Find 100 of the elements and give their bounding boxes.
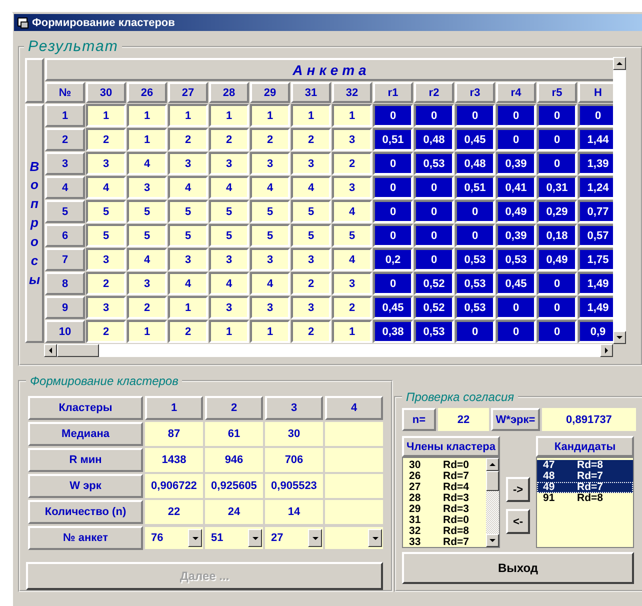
window-title: Формирование кластеров [32,16,175,28]
scroll-thumb[interactable] [57,344,99,357]
row-header: 5 [45,200,85,223]
list-item[interactable]: 32 Rd=8 [403,526,486,537]
column-header: r2 [414,82,454,103]
empty-cell [325,448,383,472]
table-cell: 1 [86,104,126,127]
table-cell: 0,52 [414,296,454,319]
table-cell: 0 [414,248,454,271]
table-cell: 706 [265,448,323,472]
value-field: 22 [438,408,489,431]
table-cell: 0 [496,104,536,127]
table-cell: 4 [209,272,249,295]
add-button[interactable]: -> [506,477,530,502]
table-cell: 0 [373,152,413,175]
exit-button[interactable]: Выход [402,552,634,584]
table-cell: 0,48 [455,152,495,175]
scroll-thumb[interactable] [486,471,499,491]
row-header: 3 [45,152,85,175]
vertical-scrollbar[interactable] [486,458,499,547]
empty-cell [325,500,383,524]
table-cell: 3 [127,272,167,295]
table-cell: 0 [373,224,413,247]
table-cell: 5 [168,200,208,223]
table-cell: 4 [168,272,208,295]
table-cell: 3 [332,176,372,199]
list-item[interactable]: 33 Rd=7 [403,537,486,547]
value-field: 0,891737 [542,408,636,431]
table-cell: 2 [209,128,249,151]
table-cell: 0 [537,296,577,319]
list-item[interactable]: 91 Rd=8 [537,493,633,504]
table-cell: 0 [373,104,413,127]
table-cell: 5 [86,224,126,247]
scroll-arrow-button[interactable] [486,534,499,547]
table-cell: 0,905523 [265,474,323,498]
table-cell: 2 [250,128,290,151]
caret-icon [252,534,258,542]
table-cell: 1 [332,320,372,343]
list-item[interactable]: 31 Rd=0 [403,515,486,526]
arrow-icon [489,537,496,544]
column-header: r4 [496,82,536,103]
list-item[interactable]: 47 Rd=8 [537,460,633,471]
vertical-scrollbar[interactable] [613,57,626,344]
row-header: 8 [45,272,85,295]
column-header: 27 [168,82,208,103]
list-item[interactable]: 48 Rd=7 [537,471,633,482]
table-cell: 1 [168,296,208,319]
table-cell: 5 [127,200,167,223]
table-cell: 3 [209,296,249,319]
column-header: 26 [127,82,167,103]
table-cell: 4 [332,200,372,223]
list-item[interactable]: 26 Rd=7 [403,471,486,482]
table-cell: 0,53 [455,248,495,271]
table-cell: 1 [209,104,249,127]
list-item[interactable]: 28 Rd=3 [403,493,486,504]
table-cell: 3 [127,176,167,199]
dropdown[interactable]: 51 [205,527,263,549]
scroll-arrow-button[interactable] [613,57,626,70]
caret-icon [192,534,198,542]
table-cell: 61 [205,422,263,446]
scroll-arrow-button[interactable] [613,331,626,344]
list-item[interactable]: 29 Rd=3 [403,504,486,515]
table-cell: 0,45 [455,128,495,151]
table-cell: 3 [86,296,126,319]
list-item[interactable]: 49 Rd=7 [537,482,633,493]
column-header: r3 [455,82,495,103]
row-header: 2 [45,128,85,151]
group-title: Формирование кластеров [29,374,180,388]
table-cell: 1 [250,320,290,343]
table-cell: 5 [209,224,249,247]
table-cell: 1 [127,104,167,127]
dropdown[interactable]: 27 [265,527,323,549]
row-header: Медиана [28,422,143,446]
table-cell: 87 [145,422,203,446]
column-header: r5 [537,82,577,103]
app-icon[interactable] [17,16,29,28]
table-cell: 5 [127,224,167,247]
list-box[interactable]: 30 Rd=0 26 Rd=7 27 Rd=4 28 Rd=3 29 Rd=3 31 Rd=0 32 Rd=8 33 Rd=7 [402,457,500,548]
horizontal-scrollbar[interactable] [44,344,613,357]
scroll-arrow-button[interactable] [486,458,499,471]
table-cell: 1 [168,104,208,127]
table-cell: 0 [537,272,577,295]
dropdown[interactable] [325,527,383,549]
table-cell: 3 [250,152,290,175]
list-item[interactable]: 27 Rd=4 [403,482,486,493]
table-cell: 2 [86,128,126,151]
table-cell: 0 [537,128,577,151]
scroll-arrow-button[interactable] [600,344,613,357]
table-cell: 2 [86,320,126,343]
table-cell: 4 [127,152,167,175]
arrow-icon [616,60,623,67]
list-item[interactable]: 30 Rd=0 [403,460,486,471]
scroll-arrow-button[interactable] [44,344,57,357]
table-cell: 0 [414,224,454,247]
table-cell: 5 [86,200,126,223]
row-header: № анкет [28,526,143,550]
table-cell: 5 [332,224,372,247]
dropdown[interactable]: 76 [145,527,203,549]
list-box[interactable]: 47 Rd=8 48 Rd=7 49 Rd=7 91 Rd=8 [536,457,634,548]
remove-button[interactable]: <- [506,509,530,534]
